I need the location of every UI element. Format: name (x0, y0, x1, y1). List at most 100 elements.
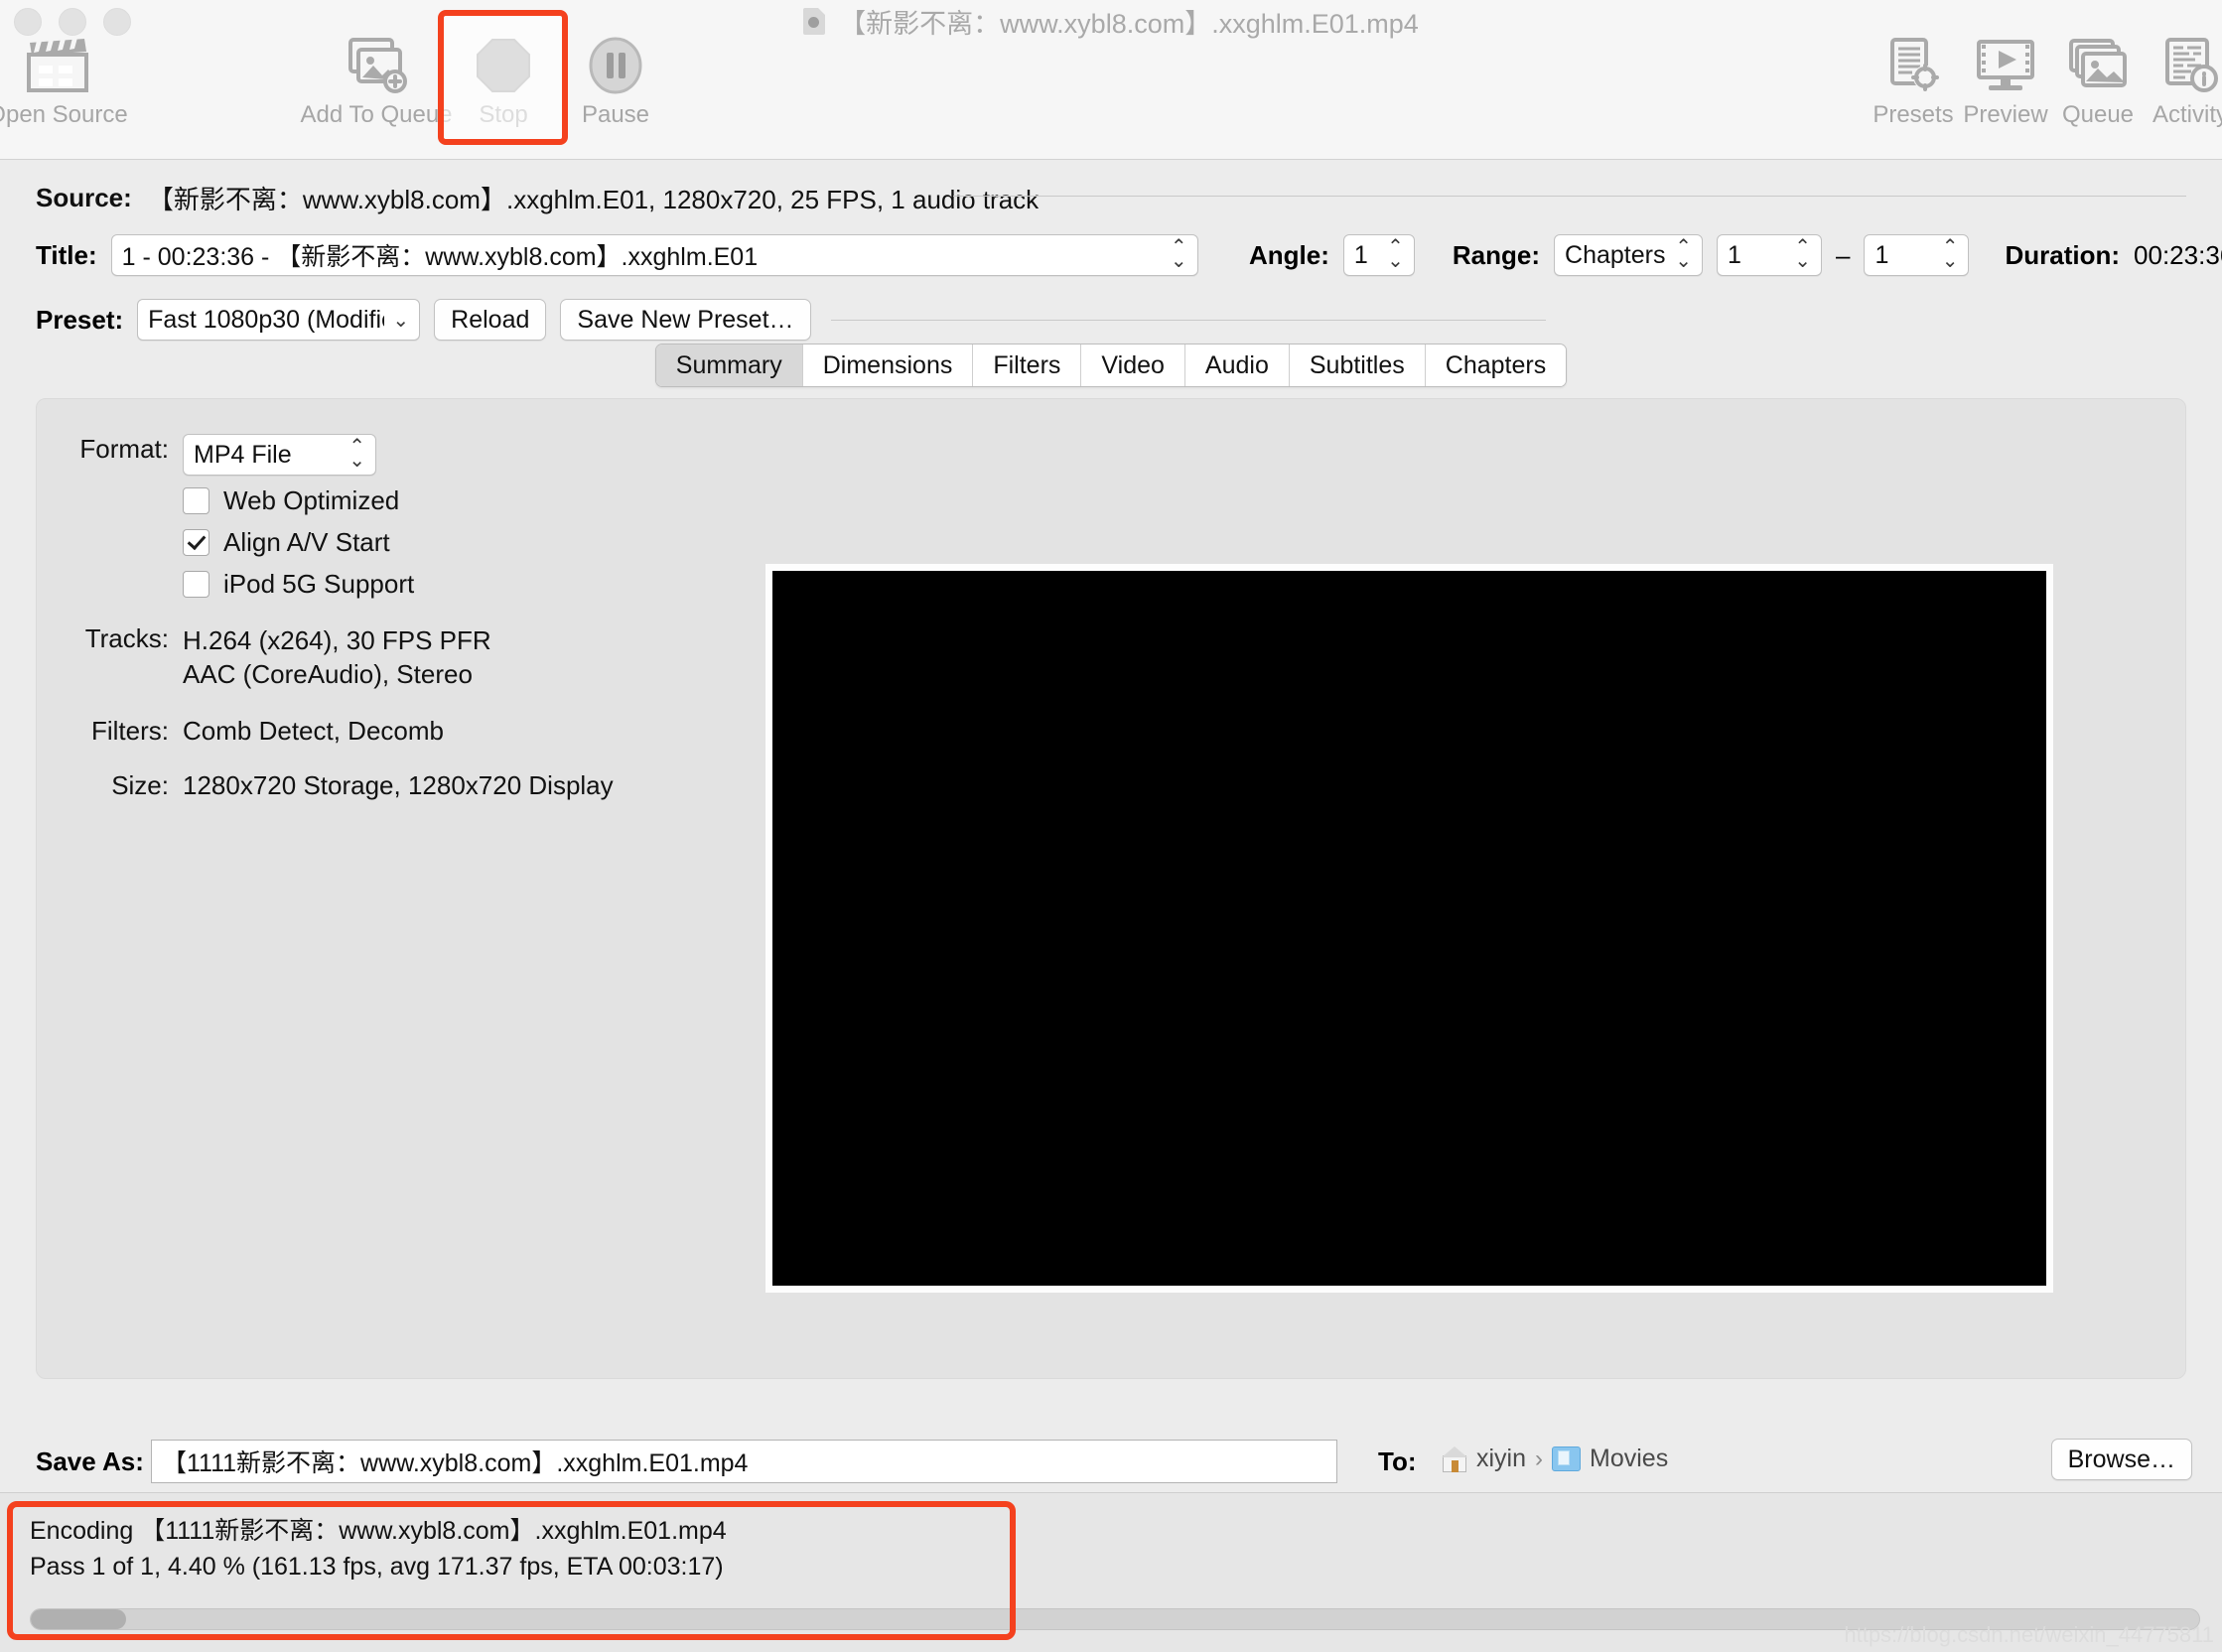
status-bar: Encoding 【1111新影不离：www.xybl8.com】.xxghlm… (0, 1492, 2222, 1652)
content-area: Format: MP4 File ⌃ ⌄ Web Optimized Align … (0, 387, 2222, 1433)
web-optimized-label: Web Optimized (223, 485, 400, 515)
tracks-label: Tracks: (84, 623, 169, 653)
size-row: Size: 1280x720 Storage, 1280x720 Display (65, 770, 700, 801)
encoding-status: Encoding 【1111新影不离：www.xybl8.com】.xxghlm… (30, 1513, 727, 1585)
progress-bar-fill (31, 1609, 127, 1629)
web-optimized-checkbox[interactable] (183, 487, 209, 514)
filters-value: Comb Detect, Decomb (183, 715, 444, 746)
range-dash: – (1836, 239, 1851, 270)
save-as-row: Save As: 【1111新影不离：www.xybl8.com】.xxghlm… (0, 1433, 2222, 1492)
summary-panel: Format: MP4 File ⌃ ⌄ Web Optimized Align … (36, 398, 2186, 1379)
tracks-video-line: H.264 (x264), 30 FPS PFR (183, 625, 491, 655)
duration-value: 00:23:36 (2134, 239, 2222, 270)
reload-button[interactable]: Reload (434, 299, 547, 341)
tab-audio[interactable]: Audio (1184, 344, 1290, 386)
source-label: Source: (36, 183, 132, 212)
tabs-group: Summary Dimensions Filters Video Audio S… (654, 344, 1568, 387)
tab-filters[interactable]: Filters (973, 344, 1082, 386)
chevron-updown-icon: ⌃ ⌄ (348, 436, 365, 472)
preset-label: Preset: (36, 304, 124, 335)
title-row: Title: 1 - 00:23:36 - 【新影不离：www.xybl8.co… (36, 234, 1198, 276)
preview-monitor-icon (1975, 34, 2036, 97)
chevron-updown-icon: ⌃ ⌄ (1387, 236, 1404, 272)
angle-value: 1 (1353, 240, 1368, 269)
toolbar-buttons: Open Source Add To Queue Stop Pause Pres… (0, 30, 2222, 155)
save-as-label: Save As: (36, 1446, 144, 1476)
ipod-5g-support-option[interactable]: iPod 5G Support (183, 569, 700, 600)
source-value: 【新影不离：www.xybl8.com】.xxghlm.E01, 1280x72… (147, 185, 1040, 214)
summary-fields: Format: MP4 File ⌃ ⌄ Web Optimized Align … (65, 434, 700, 801)
angle-label: Angle: (1249, 239, 1329, 270)
preset-select[interactable]: Fast 1080p30 (Modified) ⌄ (137, 299, 421, 341)
chevron-updown-icon: ⌃ ⌄ (1794, 236, 1812, 272)
tab-subtitles[interactable]: Subtitles (1289, 344, 1426, 386)
toolbar: 【新影不离：www.xybl8.com】.xxghlm.E01.mp4 Open… (0, 0, 2222, 160)
range-group: Range: Chapters ⌃ ⌄ 1 ⌃ ⌄ – 1 ⌃ ⌄ (1453, 234, 1970, 276)
chevron-updown-icon: ⌃ ⌄ (1170, 236, 1187, 272)
save-as-input[interactable]: 【1111新影不离：www.xybl8.com】.xxghlm.E01.mp4 (151, 1440, 1337, 1483)
preset-divider (830, 319, 1546, 321)
stop-label: Stop (479, 101, 528, 128)
pause-button[interactable]: Pause (550, 34, 681, 129)
preset-value: Fast 1080p30 (Modified) (148, 305, 384, 334)
folder-icon (1552, 1446, 1582, 1471)
format-label: Format: (79, 434, 169, 464)
align-av-start-option[interactable]: Align A/V Start (183, 527, 700, 558)
range-type-select[interactable]: Chapters ⌃ ⌄ (1554, 234, 1704, 276)
filters-label: Filters: (91, 715, 169, 746)
tab-video[interactable]: Video (1081, 344, 1185, 386)
title-select[interactable]: 1 - 00:23:36 - 【新影不离：www.xybl8.com】.xxgh… (110, 234, 1198, 276)
range-label: Range: (1452, 239, 1541, 270)
queue-label: Queue (2061, 101, 2135, 128)
format-options: Web Optimized Align A/V Start iPod 5G Su… (183, 485, 700, 600)
align-av-start-checkbox[interactable] (183, 529, 209, 556)
path-separator-icon: › (1535, 1445, 1544, 1472)
title-label: Title: (36, 239, 97, 270)
open-source-button[interactable]: Open Source (0, 34, 128, 129)
watermark-text: https://blog.csdn.net/weixin_44775811 (1844, 1622, 2214, 1647)
ipod-5g-support-checkbox[interactable] (183, 571, 209, 598)
size-value: 1280x720 Storage, 1280x720 Display (183, 769, 614, 800)
tracks-audio-line: AAC (CoreAudio), Stereo (183, 659, 473, 690)
filters-row: Filters: Comb Detect, Decomb (65, 716, 700, 747)
format-row: Format: MP4 File ⌃ ⌄ (65, 434, 700, 476)
angle-group: Angle: 1 ⌃ ⌄ (1249, 234, 1415, 276)
tracks-values: H.264 (x264), 30 FPS PFR AAC (CoreAudio)… (183, 623, 491, 692)
presets-gear-icon (1884, 34, 1942, 97)
duration-label: Duration: (2005, 239, 2121, 270)
activity-log-icon (2161, 34, 2219, 97)
source-divider (953, 196, 2186, 197)
tracks-row: Tracks: H.264 (x264), 30 FPS PFR AAC (Co… (65, 623, 700, 692)
home-icon (1442, 1446, 1467, 1472)
source-row: Source: 【新影不离：www.xybl8.com】.xxghlm.E01,… (36, 180, 1039, 216)
duration-group: Duration: 00:23:36 (2005, 240, 2222, 271)
activity-label: Activity (2152, 101, 2222, 128)
add-to-queue-button[interactable]: Add To Queue (301, 34, 453, 129)
range-start-value: 1 (1728, 240, 1741, 269)
web-optimized-option[interactable]: Web Optimized (183, 485, 700, 516)
stop-octagon-icon (475, 34, 532, 97)
to-label: To: (1378, 1446, 1417, 1476)
tab-summary[interactable]: Summary (655, 344, 803, 386)
range-end-stepper[interactable]: 1 ⌃ ⌄ (1864, 234, 1970, 276)
format-value: MP4 File (194, 440, 292, 469)
format-select[interactable]: MP4 File ⌃ ⌄ (183, 434, 376, 476)
queue-stack-icon (2067, 34, 2129, 97)
angle-range-duration-row: Angle: 1 ⌃⌄ Range: Chapters ⌃⌄ 1 ⌃⌄ – (1249, 234, 2222, 276)
clapperboard-icon (25, 34, 90, 97)
tab-chapters[interactable]: Chapters (1425, 344, 1567, 386)
browse-button[interactable]: Browse… (2050, 1439, 2192, 1480)
pause-circle-icon (587, 34, 644, 97)
tab-bar: Summary Dimensions Filters Video Audio S… (0, 344, 2222, 387)
angle-stepper[interactable]: 1 ⌃ ⌄ (1342, 234, 1415, 276)
range-type-value: Chapters (1565, 240, 1666, 269)
chevron-down-icon: ⌄ (392, 309, 410, 332)
preset-row: Preset: Fast 1080p30 (Modified) ⌄ Reload… (36, 299, 1546, 341)
range-start-stepper[interactable]: 1 ⌃ ⌄ (1717, 234, 1823, 276)
video-preview[interactable] (765, 564, 2053, 1293)
tab-dimensions[interactable]: Dimensions (802, 344, 974, 386)
destination-path[interactable]: xiyin › Movies (1442, 1445, 1668, 1473)
activity-button[interactable]: Activity (2125, 34, 2222, 129)
pause-label: Pause (581, 101, 650, 128)
save-new-preset-button[interactable]: Save New Preset… (560, 299, 811, 341)
